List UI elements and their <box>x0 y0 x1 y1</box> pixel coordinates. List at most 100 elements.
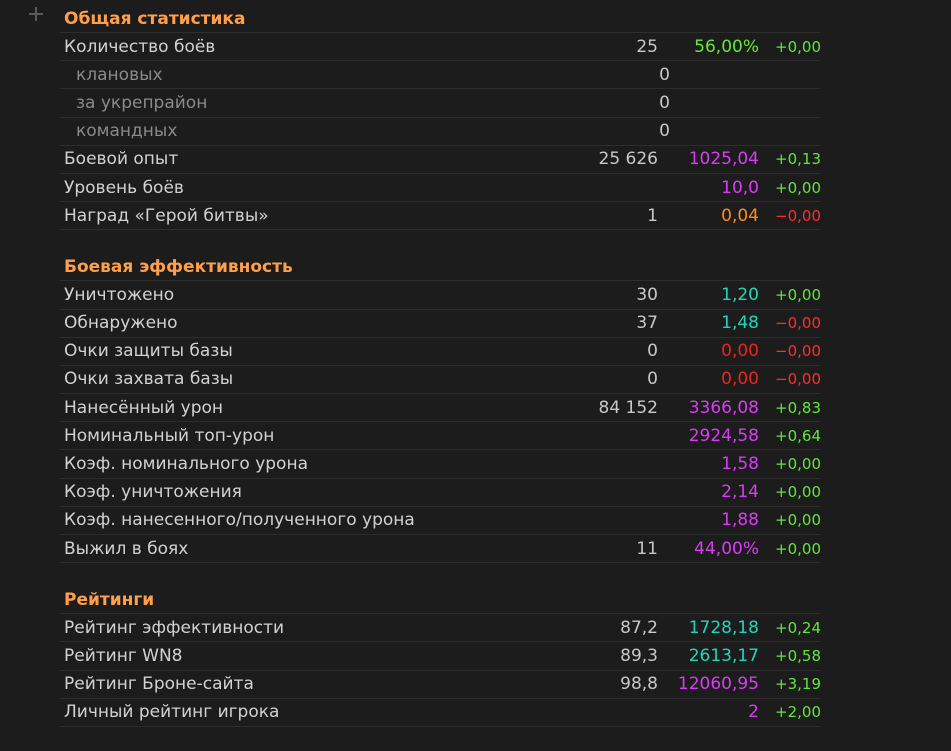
stat-label: Коэф. нанесенного/полученного урона <box>64 510 415 531</box>
stat-value: 1,48 <box>721 313 759 334</box>
stat-delta: +0,58 <box>775 646 821 665</box>
stat-value: 1728,18 <box>688 617 759 638</box>
stat-value: 2613,17 <box>688 645 759 666</box>
stat-delta: −0,00 <box>775 314 821 333</box>
stat-delta: +0,83 <box>775 398 821 417</box>
stat-row: Уровень боёв 10,0 +0,00 <box>60 174 821 203</box>
stat-row: Номинальный топ-урон 2924,58 +0,64 <box>60 422 821 451</box>
stat-delta: +2,00 <box>775 703 821 722</box>
stat-label: клановых <box>76 64 163 85</box>
stat-delta: +0,00 <box>775 178 821 197</box>
stat-row: Личный рейтинг игрока 2 +2,00 <box>60 699 821 727</box>
stat-label: Номинальный топ-урон <box>64 425 275 446</box>
stat-value: 1,88 <box>721 510 759 531</box>
stat-value: 2,14 <box>721 482 759 503</box>
stat-row: Уничтожено 30 1,20 +0,00 <box>60 281 821 310</box>
stat-delta: +0,64 <box>775 426 821 445</box>
stat-row: Боевой опыт 25 626 1025,04 +0,13 <box>60 146 821 174</box>
stat-count: 98,8 <box>620 674 658 695</box>
stat-count: 0 <box>647 341 658 362</box>
stat-value: 10,0 <box>721 177 759 198</box>
stat-row: Коэф. нанесенного/полученного урона 1,88 +… <box>60 507 821 535</box>
stat-label: Личный рейтинг игрока <box>64 702 280 723</box>
stat-label: Очки захвата базы <box>64 369 234 390</box>
section-title-ratings: Рейтинги <box>60 587 820 615</box>
stat-value: 0,00 <box>721 341 759 362</box>
stat-label: Наград «Герой битвы» <box>64 205 269 226</box>
stat-count: 37 <box>636 313 658 334</box>
stat-row: Наград «Герой битвы» 1 0,04 −0,00 <box>60 202 821 231</box>
stat-row: клановых 0 <box>60 61 820 90</box>
stat-count: 0 <box>659 92 670 113</box>
stat-row: Рейтинг WN8 89,3 2613,17 +0,58 <box>60 642 821 671</box>
stat-delta: +0,00 <box>775 285 821 304</box>
stat-value: 1025,04 <box>688 149 759 170</box>
stat-count: 25 626 <box>598 149 658 170</box>
stat-value: 44,00% <box>694 538 759 559</box>
stat-value: 2924,58 <box>688 425 759 446</box>
stat-label: за укрепрайон <box>76 92 208 113</box>
stat-count: 30 <box>636 284 658 305</box>
stat-row: Коэф. номинального урона 1,58 +0,00 <box>60 450 821 479</box>
stat-delta: −0,00 <box>775 342 821 361</box>
stat-value: 0,04 <box>721 205 759 226</box>
stat-label: Рейтинг WN8 <box>64 645 183 666</box>
stat-delta: +0,00 <box>775 511 821 530</box>
stat-value: 12060,95 <box>677 674 759 695</box>
stat-value: 3366,08 <box>688 397 759 418</box>
stat-count: 84 152 <box>598 397 658 418</box>
section-ratings: Рейтинги Рейтинг эффективности 87,2 1728,1… <box>60 587 821 727</box>
stat-row: Рейтинг Броне-сайта 98,8 12060,95 +3,19 <box>60 671 821 699</box>
stat-row: Рейтинг эффективности 87,2 1728,18 +0,24 <box>60 614 821 643</box>
stat-count: 11 <box>636 538 658 559</box>
stats-panel: Общая статистика Количество боёв 25 56,00%… <box>60 6 821 751</box>
stat-row: Количество боёв 25 56,00% +0,00 <box>60 33 821 62</box>
stat-count: 25 <box>636 36 658 57</box>
stat-label: Нанесённый урон <box>64 397 224 418</box>
stat-label: командных <box>76 121 178 142</box>
stat-delta: +0,13 <box>775 150 821 169</box>
stat-count: 0 <box>659 121 670 142</box>
stat-row: Обнаружено 37 1,48 −0,00 <box>60 310 821 338</box>
section-general: Общая статистика Количество боёв 25 56,00%… <box>60 6 821 231</box>
stat-value: 0,00 <box>721 369 759 390</box>
stat-label: Рейтинг Броне-сайта <box>64 674 254 695</box>
stat-delta: +0,24 <box>775 618 821 637</box>
stat-row: за укрепрайон 0 <box>60 89 820 118</box>
section-title-general: Общая статистика <box>60 6 820 33</box>
stat-value: 1,20 <box>721 284 759 305</box>
add-icon[interactable] <box>28 6 44 22</box>
stat-label: Боевой опыт <box>64 149 179 170</box>
stat-delta: +0,00 <box>775 539 821 558</box>
stat-delta: +3,19 <box>775 675 821 694</box>
stat-count: 0 <box>659 64 670 85</box>
stat-label: Обнаружено <box>64 313 178 334</box>
stat-label: Выжил в боях <box>64 538 189 559</box>
stat-count: 1 <box>647 205 658 226</box>
stat-label: Уровень боёв <box>64 177 184 198</box>
stat-label: Уничтожено <box>64 284 175 305</box>
stat-row: командных 0 <box>60 118 820 146</box>
stat-row: Очки захвата базы 0 0,00 −0,00 <box>60 366 821 395</box>
stat-row: Коэф. уничтожения 2,14 +0,00 <box>60 479 821 507</box>
stat-value: 1,58 <box>721 454 759 475</box>
stat-count: 0 <box>647 369 658 390</box>
stat-delta: −0,00 <box>775 206 821 225</box>
stat-delta: +0,00 <box>775 455 821 474</box>
stat-label: Рейтинг эффективности <box>64 617 285 638</box>
stat-delta: +0,00 <box>775 37 821 56</box>
stat-row: Выжил в боях 11 44,00% +0,00 <box>60 535 821 564</box>
stat-row: Нанесённый урон 84 152 3366,08 +0,83 <box>60 394 821 423</box>
stat-row: Очки защиты базы 0 0,00 −0,00 <box>60 338 821 366</box>
stat-value: 56,00% <box>694 36 759 57</box>
stat-label: Коэф. уничтожения <box>64 482 242 503</box>
stat-delta: −0,00 <box>775 370 821 389</box>
stat-label: Количество боёв <box>64 36 216 57</box>
stat-label: Очки защиты базы <box>64 341 233 362</box>
stat-delta: +0,00 <box>775 483 821 502</box>
stat-label: Коэф. номинального урона <box>64 454 308 475</box>
section-efficiency: Боевая эффективность Уничтожено 30 1,20 +0,… <box>60 254 821 564</box>
section-title-efficiency: Боевая эффективность <box>60 254 820 282</box>
stat-count: 89,3 <box>620 645 658 666</box>
stat-value: 2 <box>748 702 759 723</box>
